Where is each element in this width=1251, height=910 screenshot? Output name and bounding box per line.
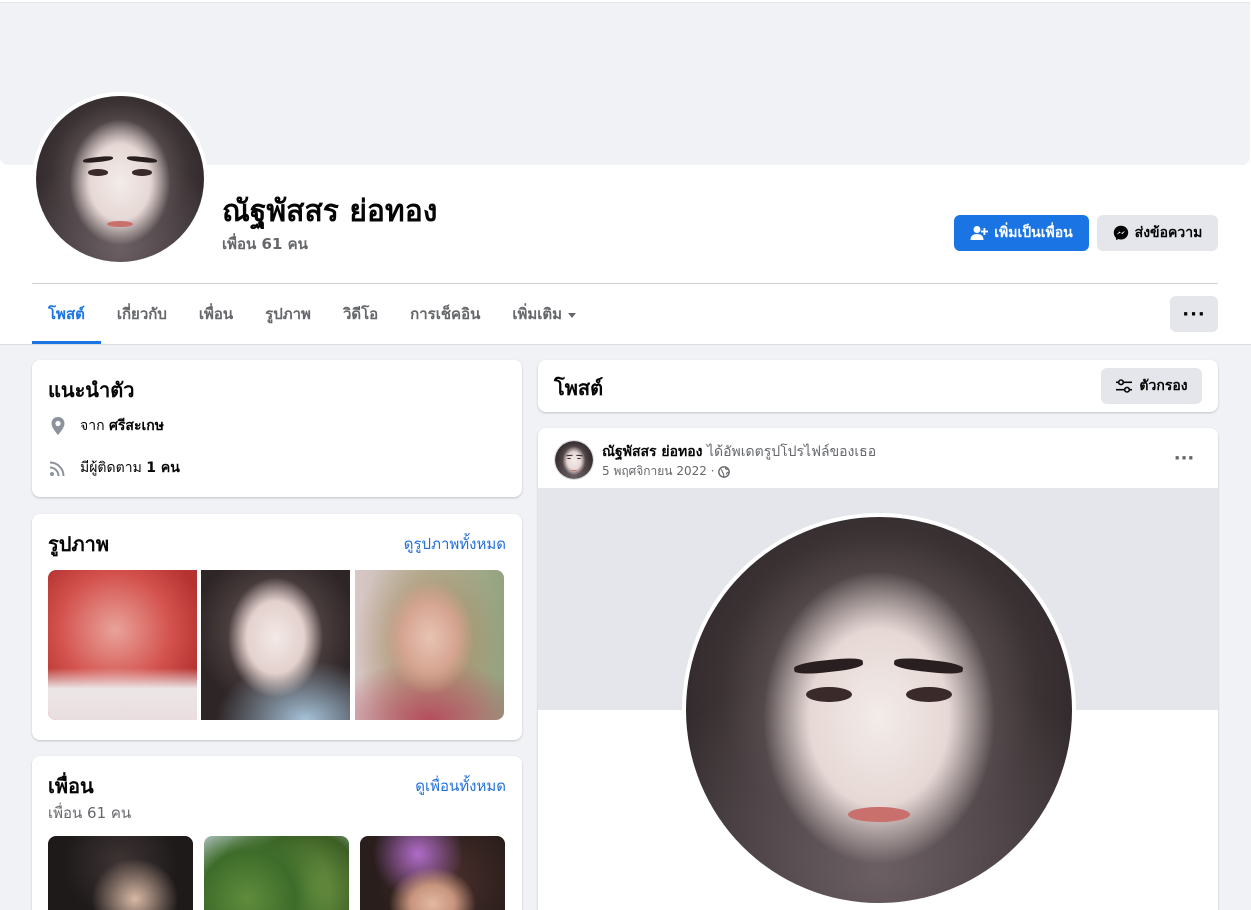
tab-checkins[interactable]: การเช็คอิน <box>394 284 496 344</box>
filter-button[interactable]: ตัวกรอง <box>1101 368 1202 404</box>
add-friend-icon <box>970 226 989 240</box>
post-profile-photo <box>686 517 1072 903</box>
intro-followers-value[interactable]: 1 คน <box>146 460 180 476</box>
friends-title: เพื่อน <box>48 774 94 798</box>
tab-friends[interactable]: เพื่อน <box>183 284 249 344</box>
filter-sliders-icon <box>1116 379 1133 393</box>
message-label: ส่งข้อความ <box>1134 225 1203 241</box>
intro-card: แนะนำตัว จาก ศรีสะเกษ มีผู้ติดตาม 1 คน <box>32 360 522 497</box>
rss-followers-icon <box>49 461 65 477</box>
post-menu-button[interactable]: ··· <box>1166 444 1202 472</box>
photos-card: รูปภาพ ดูรูปภาพทั้งหมด <box>32 514 522 740</box>
posts-title: โพสต์ <box>554 376 604 400</box>
posts-header-card: โพสต์ ตัวกรอง <box>538 360 1218 412</box>
intro-title: แนะนำตัว <box>48 378 135 402</box>
message-button[interactable]: ส่งข้อความ <box>1097 215 1218 251</box>
profile-friend-count[interactable]: เพื่อน 61 คน <box>222 232 308 256</box>
caret-down-icon <box>568 312 577 318</box>
photo-thumbnail[interactable] <box>355 570 504 720</box>
profile-picture[interactable] <box>32 92 208 266</box>
tab-photos[interactable]: รูปภาพ <box>249 284 327 344</box>
filter-label: ตัวกรอง <box>1139 378 1188 394</box>
friend-thumbnail[interactable] <box>48 836 193 910</box>
post-action-text: ได้อัพเดตรูปโปรไฟล์ของเธอ <box>706 444 877 460</box>
tab-videos[interactable]: วิดีโอ <box>327 284 394 344</box>
friend-thumbnail[interactable] <box>204 836 349 910</box>
post-headline: ณัฐพัสสร ย่อทอง ได้อัพเดตรูปโปรไฟล์ของเธ… <box>602 441 876 463</box>
location-pin-icon <box>51 417 65 435</box>
add-friend-button[interactable]: เพิ่มเป็นเพื่อน <box>954 215 1089 251</box>
post-date-text: 5 พฤศจิกายน 2022 · <box>602 464 715 478</box>
tab-about[interactable]: เกี่ยวกับ <box>101 284 183 344</box>
intro-hometown: จาก ศรีสะเกษ <box>48 415 164 437</box>
friends-card: เพื่อน ดูเพื่อนทั้งหมด เพื่อน 61 คน <box>32 756 522 910</box>
profile-photo-image <box>36 96 204 262</box>
profile-more-button[interactable]: ··· <box>1170 296 1218 332</box>
see-all-friends-link[interactable]: ดูเพื่อนทั้งหมด <box>415 774 506 798</box>
post-author-name[interactable]: ณัฐพัสสร ย่อทอง <box>602 444 703 460</box>
post-author-avatar[interactable] <box>554 440 594 480</box>
intro-followers: มีผู้ติดตาม 1 คน <box>48 457 180 479</box>
photo-thumbnail[interactable] <box>48 570 197 720</box>
intro-followers-prefix: มีผู้ติดตาม <box>80 460 142 476</box>
post-card: ณัฐพัสสร ย่อทอง ได้อัพเดตรูปโปรไฟล์ของเธ… <box>538 428 1218 910</box>
profile-tabs: โพสต์ เกี่ยวกับ เพื่อน รูปภาพ วิดีโอ การ… <box>32 284 592 344</box>
globe-icon <box>717 465 730 478</box>
post-timestamp[interactable]: 5 พฤศจิกายน 2022 · <box>602 462 730 481</box>
photos-title: รูปภาพ <box>48 532 110 556</box>
add-friend-label: เพิ่มเป็นเพื่อน <box>994 225 1073 241</box>
intro-from-place[interactable]: ศรีสะเกษ <box>109 418 164 434</box>
post-profile-image[interactable] <box>682 513 1076 907</box>
tab-more[interactable]: เพิ่มเติม <box>496 284 592 344</box>
friend-thumbnail[interactable] <box>360 836 505 910</box>
post-author-avatar-image <box>555 441 593 479</box>
intro-from-prefix: จาก <box>80 418 105 434</box>
tab-posts[interactable]: โพสต์ <box>32 284 101 344</box>
profile-name: ณัฐพัสสร ย่อทอง <box>222 194 438 229</box>
messenger-icon <box>1113 225 1128 241</box>
photo-thumbnail[interactable] <box>201 570 350 720</box>
profile-header: ณัฐพัสสร ย่อทอง เพื่อน 61 คน เพิ่มเป็นเพ… <box>0 0 1251 345</box>
see-all-photos-link[interactable]: ดูรูปภาพทั้งหมด <box>404 532 506 556</box>
friends-count: เพื่อน 61 คน <box>48 804 132 822</box>
